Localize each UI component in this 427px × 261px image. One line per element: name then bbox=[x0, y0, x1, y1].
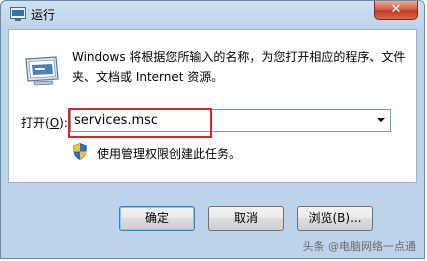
open-label-suffix: ): bbox=[59, 116, 68, 130]
cancel-button[interactable]: 取消 bbox=[208, 206, 284, 231]
watermark: 头条 @电脑网络一点通 bbox=[302, 240, 417, 253]
description-text: Windows 将根据您所输入的名称，为您打开相应的程序、文件夹、文档或 Int… bbox=[72, 50, 406, 84]
close-button[interactable]: ✕ bbox=[374, 1, 418, 20]
admin-note: 使用管理权限创建此任务。 bbox=[97, 147, 242, 161]
uac-shield-icon bbox=[73, 143, 87, 160]
browse-button[interactable]: 浏览(B)... bbox=[297, 206, 373, 231]
open-label-prefix: 打开( bbox=[21, 116, 50, 130]
red-highlight-box bbox=[68, 108, 212, 138]
dialog-content: Windows 将根据您所输入的名称，为您打开相应的程序、文件夹、文档或 Int… bbox=[8, 29, 417, 183]
close-icon: ✕ bbox=[390, 2, 402, 17]
open-label-key: O bbox=[49, 116, 60, 130]
window-title: 运行 bbox=[31, 8, 56, 22]
ok-button[interactable]: 确定 bbox=[119, 206, 195, 231]
run-dialog: 运行 ✕ Windows 将根据您所输入的名称，为您打开相应的程序、文件夹、文档… bbox=[0, 0, 425, 259]
open-label: 打开(O): bbox=[21, 114, 68, 131]
title-bar[interactable]: 运行 ✕ bbox=[1, 1, 424, 29]
run-icon-small bbox=[10, 7, 26, 21]
dropdown-arrow-icon[interactable] bbox=[377, 118, 385, 122]
run-program-icon bbox=[22, 53, 62, 87]
